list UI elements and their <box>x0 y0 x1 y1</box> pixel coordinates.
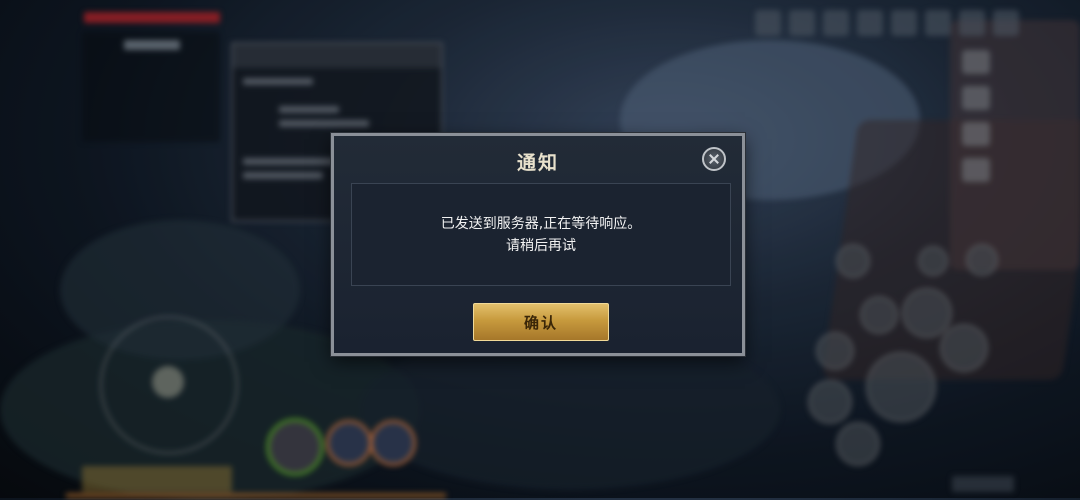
dialog-title: 通知 <box>516 152 559 174</box>
message-box: 已发送到服务器,正在等待响应。 请稍后再试 <box>351 183 731 286</box>
confirm-button[interactable]: 确认 <box>473 303 609 341</box>
close-icon[interactable] <box>702 147 726 171</box>
notification-dialog: 通知 已发送到服务器,正在等待响应。 请稍后再试 确认 <box>331 133 745 356</box>
message-line-1: 已发送到服务器,正在等待响应。 <box>440 215 642 232</box>
message-line-2: 请稍后再试 <box>506 237 576 254</box>
